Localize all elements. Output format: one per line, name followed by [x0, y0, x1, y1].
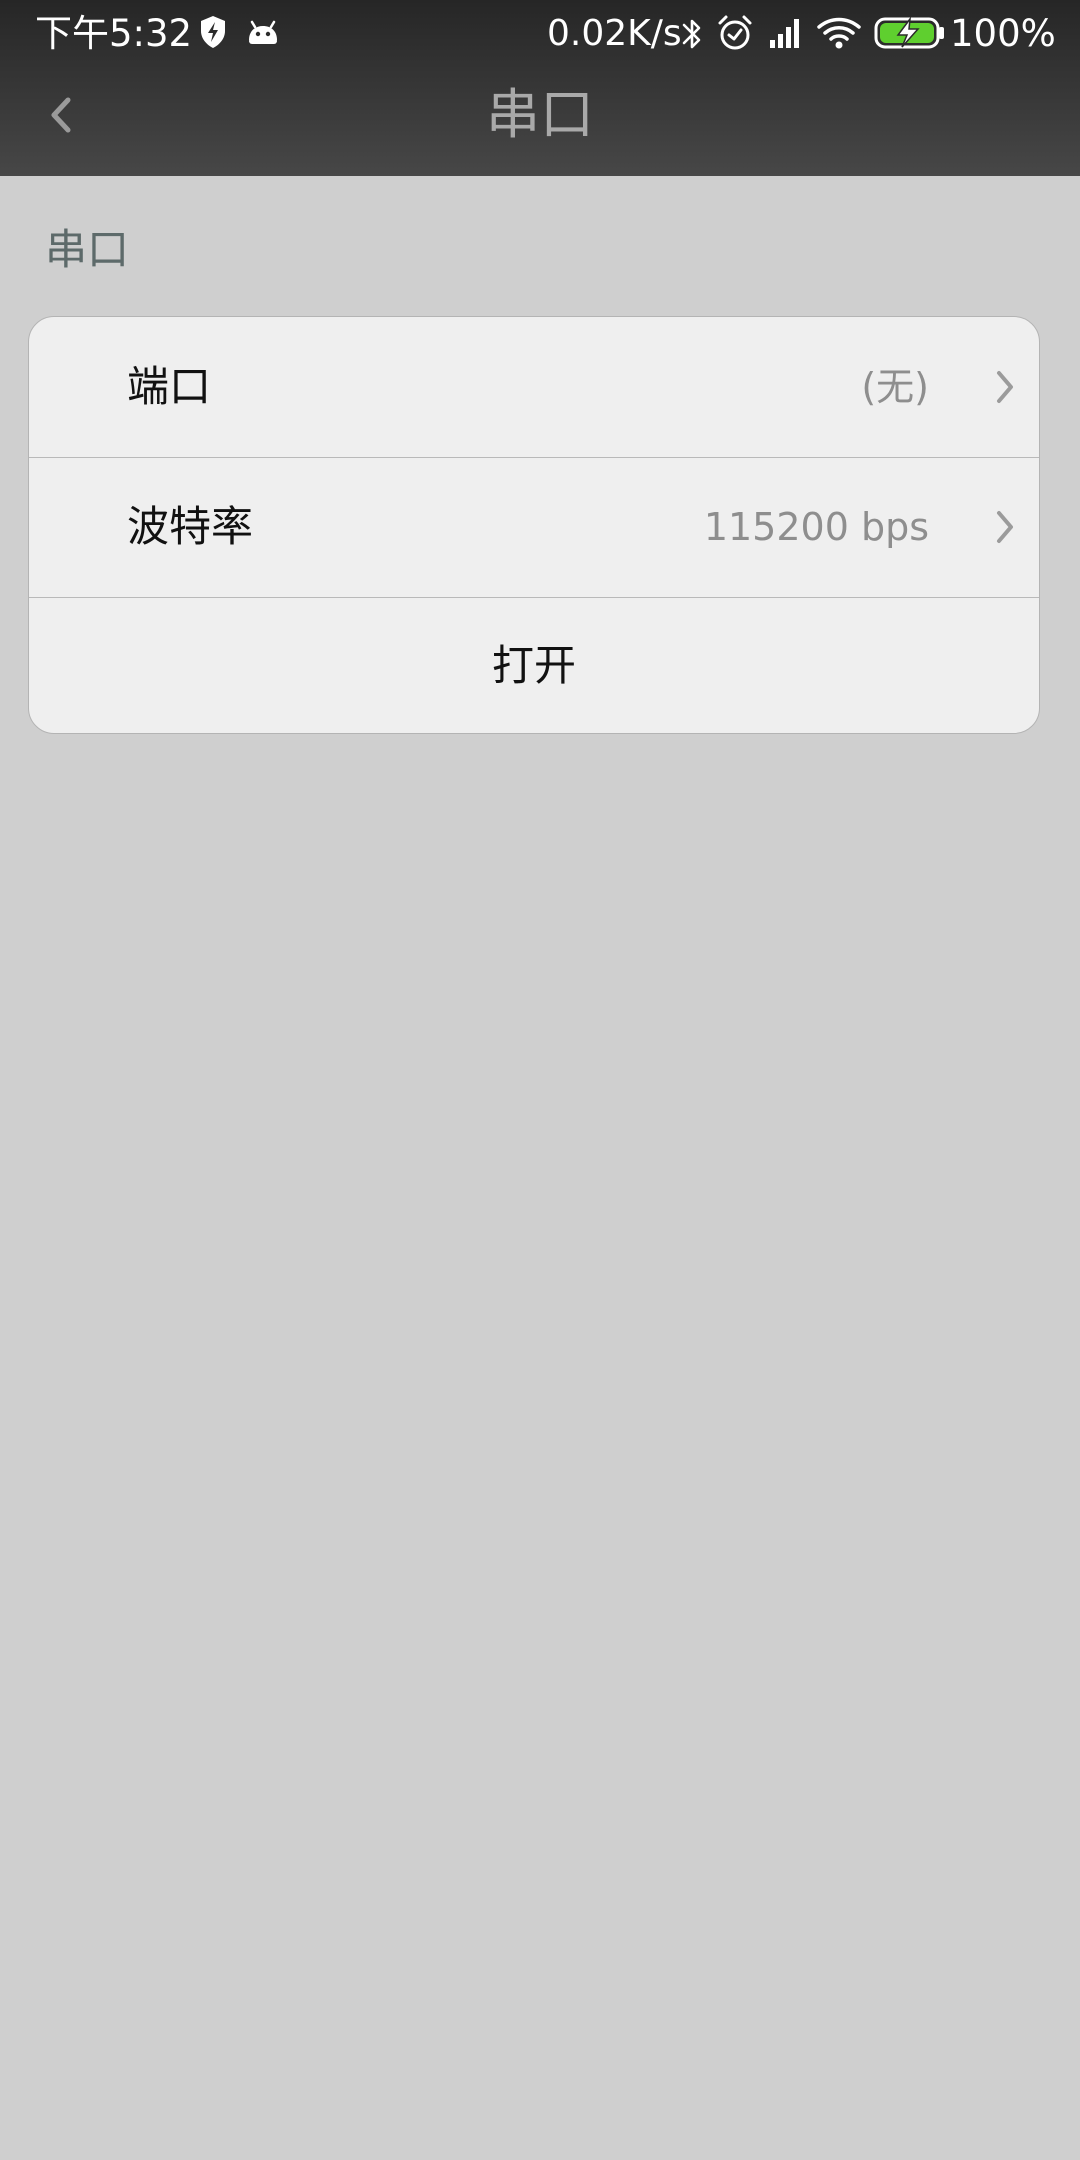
top-bar: 下午5:32 0.02K/s 100% 串口	[0, 0, 1080, 176]
chevron-right-icon	[997, 511, 1013, 543]
status-time: 下午5:32	[35, 12, 193, 55]
row-label: 波特率	[127, 502, 254, 551]
battery-percent: 100%	[950, 12, 1056, 55]
section-header: 串口	[45, 225, 130, 274]
settings-card: 端口 (无) 波特率 115200 bps 打开	[28, 316, 1040, 734]
network-speed: 0.02K/s	[547, 13, 682, 54]
alarm-icon	[718, 15, 752, 50]
settings-row-port[interactable]: 端口 (无)	[29, 317, 1039, 458]
shield-bolt-icon	[201, 16, 225, 48]
battery-charging-icon	[874, 16, 944, 49]
page-title: 串口	[486, 83, 594, 146]
row-value: 115200 bps	[703, 505, 929, 549]
open-button[interactable]: 打开	[29, 597, 1039, 733]
android-icon	[249, 20, 277, 44]
open-button-label: 打开	[491, 641, 576, 690]
row-label: 端口	[127, 362, 212, 411]
settings-row-baud-rate[interactable]: 波特率 115200 bps	[29, 457, 1039, 598]
bluetooth-icon	[682, 19, 701, 49]
wifi-icon	[817, 17, 861, 49]
row-value: (无)	[861, 365, 929, 409]
chevron-right-icon	[997, 371, 1013, 403]
status-bar: 下午5:32 0.02K/s 100%	[0, 0, 1080, 68]
signal-icon	[770, 19, 799, 48]
